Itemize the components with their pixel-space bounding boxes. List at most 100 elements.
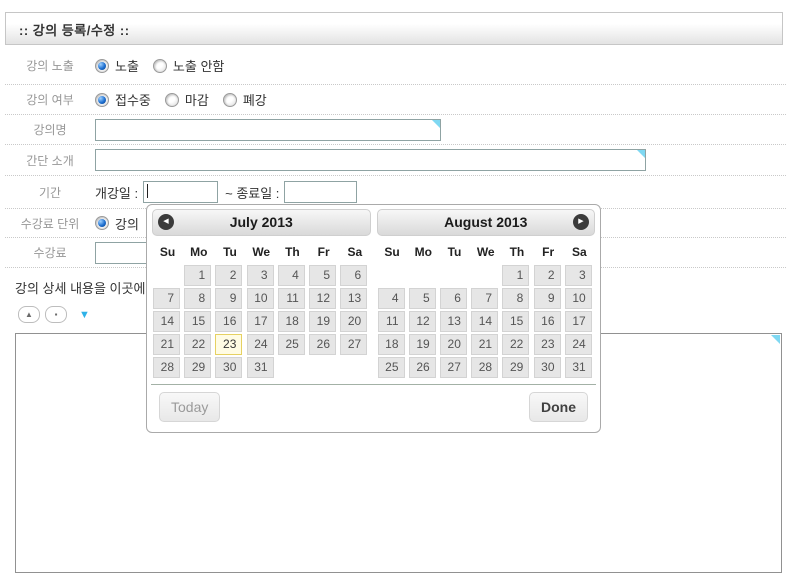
radio-unselected-icon[interactable]	[223, 93, 237, 107]
calendar-day[interactable]: 12	[409, 311, 436, 332]
calendar-day[interactable]: 13	[340, 288, 367, 309]
calendar-day[interactable]: 21	[471, 334, 498, 355]
calendar-day[interactable]: 20	[340, 311, 367, 332]
calendar-day[interactable]: 14	[153, 311, 180, 332]
radio-option[interactable]: 마감	[165, 90, 209, 109]
calendar-day[interactable]: 31	[565, 357, 592, 378]
calendar-table: SuMoTuWeThFrSa12345678910111213141516171…	[151, 240, 372, 380]
calendar-day-today[interactable]: 23	[215, 334, 242, 355]
calendar-day[interactable]: 25	[378, 357, 405, 378]
calendar-day[interactable]: 3	[565, 265, 592, 286]
calendar-day[interactable]: 11	[278, 288, 305, 309]
calendar-day[interactable]: 27	[340, 334, 367, 355]
calendar-day[interactable]: 18	[278, 311, 305, 332]
calendar-day[interactable]: 1	[184, 265, 211, 286]
calendar-day[interactable]: 29	[502, 357, 529, 378]
prev-month-icon[interactable]: ◀	[158, 214, 174, 230]
course-name-input[interactable]	[95, 119, 441, 141]
dropdown-arrow-icon[interactable]: ▼	[79, 309, 90, 321]
calendar-day[interactable]: 16	[534, 311, 561, 332]
calendar-day[interactable]: 21	[153, 334, 180, 355]
end-date-input[interactable]	[284, 181, 357, 203]
calendar-day[interactable]: 17	[565, 311, 592, 332]
calendar-day[interactable]: 5	[409, 288, 436, 309]
calendar-day[interactable]: 4	[378, 288, 405, 309]
datepicker: July 2013◀SuMoTuWeThFrSa1234567891011121…	[146, 204, 601, 433]
calendar-day[interactable]: 18	[378, 334, 405, 355]
datepicker-month-title: August 2013▶	[377, 209, 596, 236]
collapse-up-button[interactable]: ▲	[18, 306, 40, 323]
calendar-day[interactable]: 23	[534, 334, 561, 355]
calendar-day[interactable]: 5	[309, 265, 336, 286]
next-month-icon[interactable]: ▶	[573, 214, 589, 230]
calendar-day[interactable]: 3	[247, 265, 274, 286]
radio-option[interactable]: 접수중	[95, 90, 151, 109]
calendar-day[interactable]: 20	[440, 334, 467, 355]
calendar-day[interactable]: 7	[471, 288, 498, 309]
calendar-day[interactable]: 4	[278, 265, 305, 286]
calendar-day[interactable]: 26	[409, 357, 436, 378]
calendar-day[interactable]: 10	[247, 288, 274, 309]
calendar-day[interactable]: 15	[502, 311, 529, 332]
day-of-week-header: Th	[502, 242, 531, 263]
input-corner-marker-icon	[637, 150, 645, 158]
calendar-day[interactable]: 30	[534, 357, 561, 378]
radio-option[interactable]: 노출 안함	[153, 56, 224, 75]
calendar-day[interactable]: 19	[409, 334, 436, 355]
radio-selected-icon[interactable]	[95, 59, 109, 73]
intro-input[interactable]	[95, 149, 646, 171]
today-button[interactable]: Today	[159, 392, 220, 422]
calendar-day[interactable]: 14	[471, 311, 498, 332]
calendar-day[interactable]: 24	[247, 334, 274, 355]
datepicker-months: July 2013◀SuMoTuWeThFrSa1234567891011121…	[149, 207, 598, 380]
calendar-day[interactable]: 29	[184, 357, 211, 378]
calendar-day[interactable]: 28	[153, 357, 180, 378]
collapse-box-button[interactable]: ▪	[45, 306, 67, 323]
calendar-day[interactable]: 1	[502, 265, 529, 286]
calendar-day[interactable]: 22	[184, 334, 211, 355]
calendar-day[interactable]: 6	[440, 288, 467, 309]
start-date-label: 개강일 :	[95, 183, 138, 202]
radio-selected-icon[interactable]	[95, 93, 109, 107]
day-of-week-header: Sa	[340, 242, 369, 263]
calendar-day[interactable]: 25	[278, 334, 305, 355]
radio-unselected-icon[interactable]	[153, 59, 167, 73]
datepicker-month-title: July 2013◀	[152, 209, 371, 236]
calendar-day[interactable]: 2	[215, 265, 242, 286]
calendar-day[interactable]: 8	[502, 288, 529, 309]
calendar-day[interactable]: 2	[534, 265, 561, 286]
radio-option[interactable]: 강의	[95, 214, 139, 233]
done-button[interactable]: Done	[529, 392, 588, 422]
calendar-day[interactable]: 13	[440, 311, 467, 332]
calendar-day[interactable]: 7	[153, 288, 180, 309]
calendar-day[interactable]: 12	[309, 288, 336, 309]
radio-option[interactable]: 노출	[95, 56, 139, 75]
calendar-day[interactable]: 9	[215, 288, 242, 309]
editor-corner-marker-icon	[771, 335, 780, 344]
calendar-day[interactable]: 8	[184, 288, 211, 309]
calendar-day[interactable]: 30	[215, 357, 242, 378]
radio-option-label: 강의	[115, 214, 139, 233]
calendar-day[interactable]: 24	[565, 334, 592, 355]
calendar-day[interactable]: 27	[440, 357, 467, 378]
calendar-day[interactable]: 11	[378, 311, 405, 332]
calendar-day[interactable]: 15	[184, 311, 211, 332]
calendar-day[interactable]: 28	[471, 357, 498, 378]
end-date-input-wrap	[284, 181, 357, 203]
calendar-day[interactable]: 10	[565, 288, 592, 309]
calendar-day[interactable]: 31	[247, 357, 274, 378]
start-date-input[interactable]	[143, 181, 218, 203]
radio-selected-icon[interactable]	[95, 216, 109, 230]
calendar-day[interactable]: 19	[309, 311, 336, 332]
radio-option[interactable]: 폐강	[223, 90, 267, 109]
course-name-input-wrap	[95, 119, 441, 141]
calendar-day[interactable]: 16	[215, 311, 242, 332]
calendar-day[interactable]: 22	[502, 334, 529, 355]
status-radio-group: 접수중 마감 폐강	[95, 90, 281, 109]
radio-unselected-icon[interactable]	[165, 93, 179, 107]
calendar-day[interactable]: 9	[534, 288, 561, 309]
calendar-day[interactable]: 17	[247, 311, 274, 332]
day-of-week-header: We	[471, 242, 500, 263]
calendar-day[interactable]: 6	[340, 265, 367, 286]
calendar-day[interactable]: 26	[309, 334, 336, 355]
